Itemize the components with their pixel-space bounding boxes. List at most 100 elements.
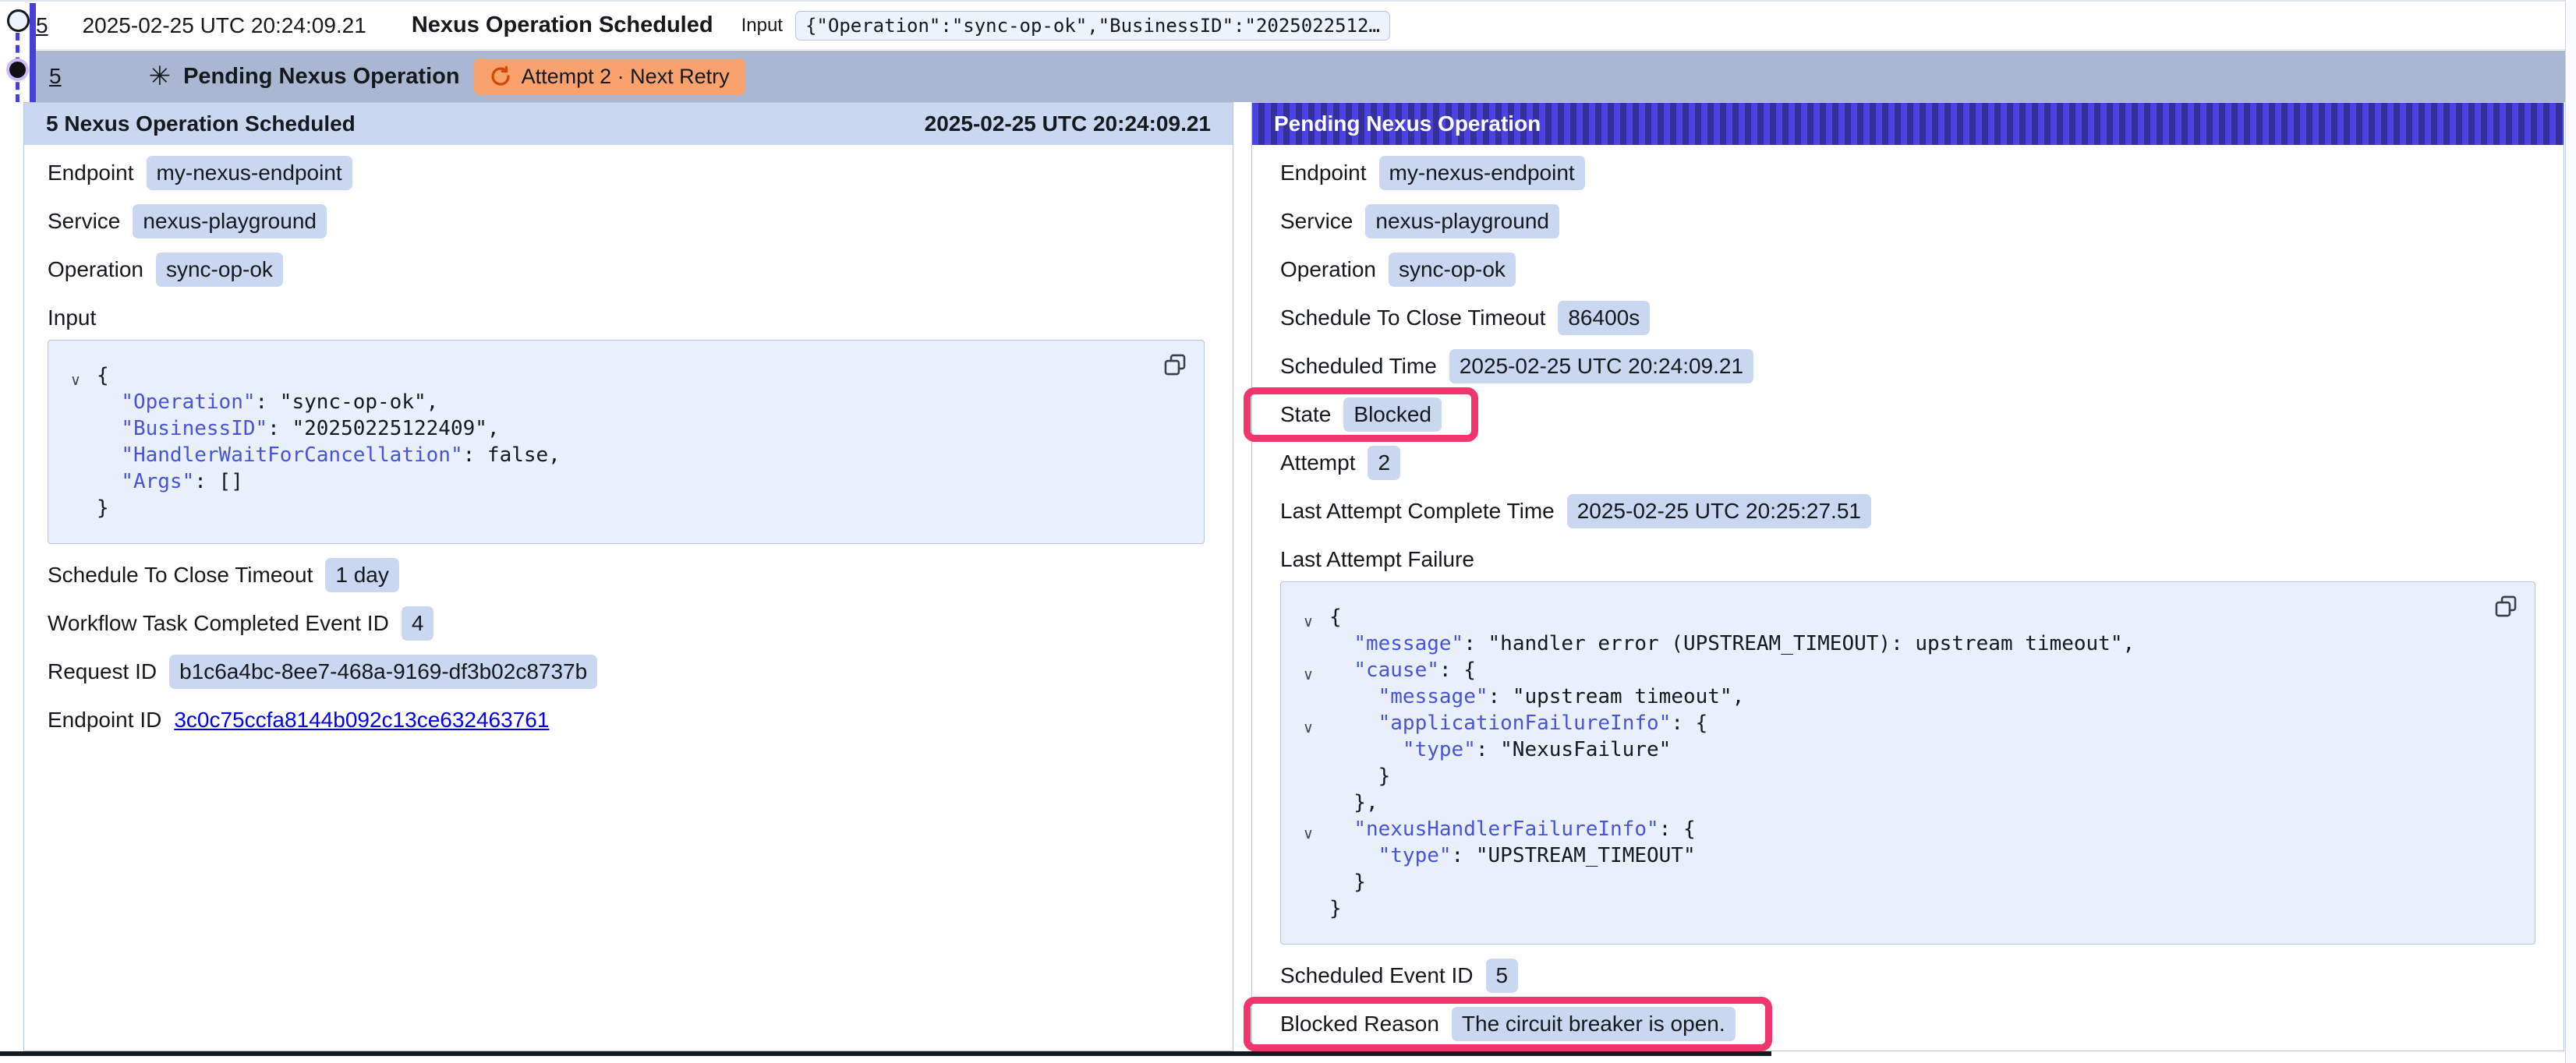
json-code-line: "HandlerWaitForCancellation": false, bbox=[69, 442, 1184, 468]
pending-nexus-operation-panel: Pending Nexus Operation Endpoint my-nexu… bbox=[1251, 102, 2564, 1051]
selected-event-indicator-bar bbox=[30, 3, 36, 102]
json-text: : { bbox=[1439, 659, 1476, 682]
json-text: : [] bbox=[194, 470, 243, 493]
endpoint-id-link[interactable]: 3c0c75ccfa8144b092c13ce632463761 bbox=[174, 708, 549, 733]
json-code-line: } bbox=[69, 495, 1184, 521]
json-code-line: "message": "handler error (UPSTREAM_TIME… bbox=[1301, 630, 2514, 657]
json-text: : { bbox=[1671, 712, 1707, 735]
json-text: : false, bbox=[463, 443, 561, 467]
input-section-label: Input bbox=[48, 301, 1205, 335]
field-operation: Operation sync-op-ok bbox=[1280, 253, 2535, 287]
event-history-topbar: 5 2025-02-25 UTC 20:24:09.21 Nexus Opera… bbox=[0, 0, 2566, 102]
field-value-chip: 86400s bbox=[1558, 301, 1650, 335]
left-panel-header: 5 Nexus Operation Scheduled 2025-02-25 U… bbox=[24, 103, 1233, 145]
json-text bbox=[1329, 659, 1353, 682]
json-code-line: "Args": [] bbox=[69, 468, 1184, 495]
event-id-link[interactable]: 5 bbox=[36, 13, 48, 38]
timeline-event-marker-icon bbox=[9, 62, 26, 78]
field-blocked-reason: Blocked Reason The circuit breaker is op… bbox=[1280, 1007, 2535, 1041]
right-panel-header: Pending Nexus Operation bbox=[1252, 103, 2564, 145]
json-text: : "upstream timeout", bbox=[1488, 685, 1745, 708]
field-service: Service nexus-playground bbox=[1280, 204, 2535, 238]
json-key: "HandlerWaitForCancellation" bbox=[121, 443, 462, 467]
pending-title: Pending Nexus Operation bbox=[183, 64, 460, 90]
event-row-nexus-operation-scheduled[interactable]: 5 2025-02-25 UTC 20:24:09.21 Nexus Opera… bbox=[36, 2, 2566, 50]
field-label: Endpoint bbox=[48, 161, 134, 185]
field-value-chip: b1c6a4bc-8ee7-468a-9169-df3b02c8737b bbox=[169, 655, 597, 689]
field-state: State Blocked bbox=[1280, 397, 2535, 432]
failure-json-viewer: ∨{ "message": "handler error (UPSTREAM_T… bbox=[1280, 581, 2535, 945]
field-label: Scheduled Event ID bbox=[1280, 963, 1474, 988]
field-value-chip: 4 bbox=[402, 606, 434, 641]
left-panel-timestamp: 2025-02-25 UTC 20:24:09.21 bbox=[925, 111, 1211, 136]
json-text bbox=[1329, 818, 1353, 841]
input-json-viewer: ∨{ "Operation": "sync-op-ok", "BusinessI… bbox=[48, 340, 1205, 544]
field-endpoint: Endpoint my-nexus-endpoint bbox=[1280, 156, 2535, 190]
json-text: { bbox=[97, 364, 109, 387]
temporal-event-history-screen: 5 2025-02-25 UTC 20:24:09.21 Nexus Opera… bbox=[0, 0, 2576, 1063]
field-label: Operation bbox=[1280, 257, 1376, 282]
retry-badge-label: Attempt 2 · Next Retry bbox=[522, 65, 730, 89]
json-text bbox=[1329, 712, 1378, 735]
state-annotation-highlight: State Blocked bbox=[1280, 397, 1442, 432]
window-bottom-edge bbox=[0, 1051, 1771, 1056]
right-panel-body: Endpoint my-nexus-endpoint Service nexus… bbox=[1252, 145, 2564, 1041]
json-text: : "20250225122409", bbox=[267, 417, 499, 440]
json-text: } bbox=[1329, 765, 1390, 788]
field-last-attempt-complete-time: Last Attempt Complete Time 2025-02-25 UT… bbox=[1280, 494, 2535, 528]
field-label: State bbox=[1280, 402, 1331, 427]
json-text: { bbox=[1329, 606, 1342, 629]
json-code-line: ∨ "nexusHandlerFailureInfo": { bbox=[1301, 816, 2514, 842]
field-value-chip: sync-op-ok bbox=[1389, 253, 1516, 287]
field-label: Scheduled Time bbox=[1280, 354, 1437, 379]
json-code-line: ∨{ bbox=[1301, 604, 2514, 630]
field-value-chip: nexus-playground bbox=[133, 204, 327, 238]
field-value-chip: 5 bbox=[1486, 959, 1519, 993]
field-value-chip: my-nexus-endpoint bbox=[1379, 156, 1585, 190]
field-value-chip: 2025-02-25 UTC 20:25:27.51 bbox=[1567, 494, 1871, 528]
json-text: : { bbox=[1659, 818, 1696, 841]
json-text: : "NexusFailure" bbox=[1476, 738, 1671, 761]
field-label: Endpoint ID bbox=[48, 708, 161, 733]
field-label: Request ID bbox=[48, 659, 157, 684]
json-code-line: "BusinessID": "20250225122409", bbox=[69, 415, 1184, 442]
json-key: "Args" bbox=[121, 470, 194, 493]
json-key: "applicationFailureInfo" bbox=[1378, 712, 1672, 735]
json-code-line: ∨ "applicationFailureInfo": { bbox=[1301, 710, 2514, 736]
left-panel-body: Endpoint my-nexus-endpoint Service nexus… bbox=[24, 145, 1233, 737]
json-code-line: ∨ "cause": { bbox=[1301, 657, 2514, 683]
json-code-line: ∨{ bbox=[69, 362, 1184, 389]
retry-icon bbox=[489, 65, 512, 88]
field-value-chip: nexus-playground bbox=[1365, 204, 1559, 238]
json-text bbox=[1329, 738, 1403, 761]
field-operation: Operation sync-op-ok bbox=[48, 253, 1205, 287]
json-key: "cause" bbox=[1353, 659, 1439, 682]
json-text: } bbox=[1329, 871, 1366, 894]
field-value-chip: my-nexus-endpoint bbox=[147, 156, 352, 190]
field-label: Last Attempt Complete Time bbox=[1280, 499, 1555, 524]
json-text: }, bbox=[1329, 791, 1378, 814]
json-key: "message" bbox=[1353, 632, 1463, 655]
field-attempt: Attempt 2 bbox=[1280, 446, 2535, 480]
json-text bbox=[97, 470, 121, 493]
event-id-link[interactable]: 5 bbox=[49, 64, 62, 89]
field-label: Service bbox=[1280, 209, 1353, 234]
json-text: } bbox=[97, 496, 109, 520]
field-service: Service nexus-playground bbox=[48, 204, 1205, 238]
field-label: Workflow Task Completed Event ID bbox=[48, 611, 389, 636]
left-panel-title: 5 Nexus Operation Scheduled bbox=[46, 111, 356, 136]
pending-asterisk-icon: ✳ bbox=[149, 63, 172, 90]
json-text bbox=[97, 443, 121, 467]
field-label: Blocked Reason bbox=[1280, 1012, 1439, 1037]
input-label: Input bbox=[741, 15, 783, 37]
json-key: "BusinessID" bbox=[121, 417, 267, 440]
input-preview-chip[interactable]: {"Operation":"sync-op-ok","BusinessID":"… bbox=[795, 11, 1390, 41]
last-attempt-failure-label: Last Attempt Failure bbox=[1280, 542, 2535, 577]
json-text: : "sync-op-ok", bbox=[256, 390, 439, 414]
field-label: Attempt bbox=[1280, 450, 1355, 475]
field-scheduled-event-id: Scheduled Event ID 5 bbox=[1280, 959, 2535, 993]
event-title: Nexus Operation Scheduled bbox=[412, 12, 713, 38]
pending-nexus-operation-row[interactable]: 5 ✳ Pending Nexus Operation Attempt 2 · … bbox=[36, 51, 2566, 102]
vertical-scrollbar[interactable] bbox=[2565, 0, 2576, 1063]
json-text: : "UPSTREAM_TIMEOUT" bbox=[1452, 844, 1696, 867]
